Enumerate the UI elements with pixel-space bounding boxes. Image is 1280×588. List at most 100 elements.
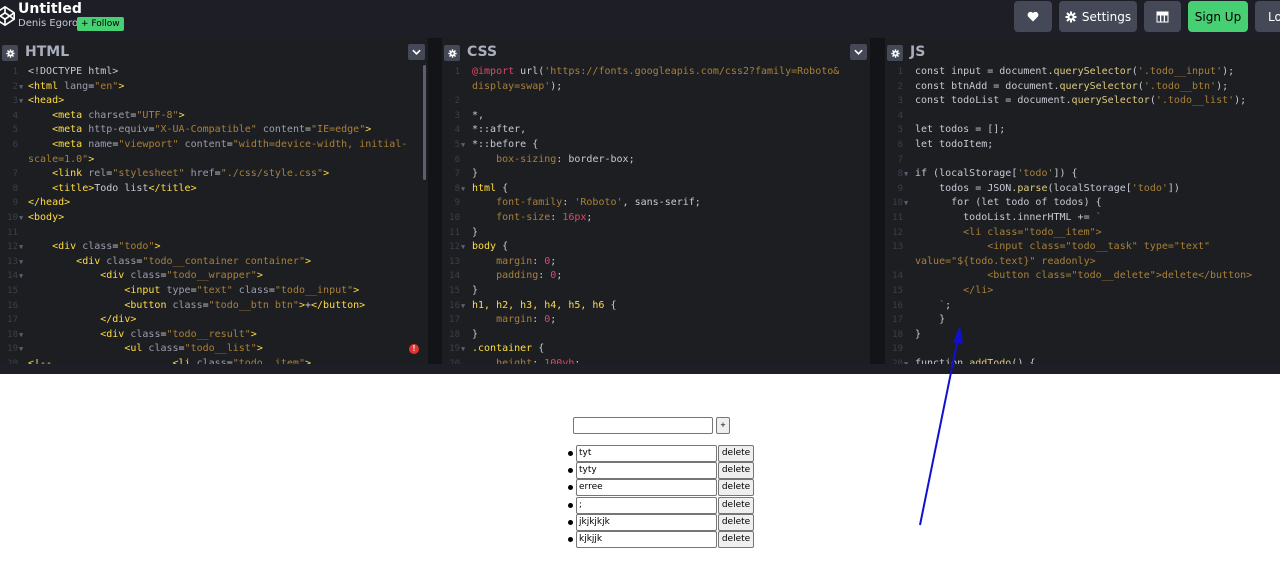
todo-input[interactable]: [573, 417, 713, 434]
like-button[interactable]: [1014, 1, 1052, 32]
code-line[interactable]: 9 font-family: 'Roboto', sans-serif;: [442, 196, 870, 211]
js-code[interactable]: 1 const input = document.querySelector('.…: [885, 65, 1280, 364]
code-line[interactable]: 6 <meta name="viewport" content="width=d…: [0, 138, 428, 153]
fold-arrow-icon[interactable]: ▼: [19, 255, 23, 270]
code-line[interactable]: 14 ▼ <div class="todo__wrapper">: [0, 269, 428, 284]
todo-delete-button[interactable]: delete: [718, 462, 754, 480]
code-line[interactable]: value="${todo.text}" readonly>: [885, 255, 1280, 270]
login-button[interactable]: Lo: [1255, 1, 1280, 32]
signup-button[interactable]: Sign Up: [1188, 1, 1248, 32]
fold-arrow-icon[interactable]: ▼: [461, 240, 465, 255]
code-line[interactable]: 10 font-size: 16px;: [442, 211, 870, 226]
fold-arrow-icon[interactable]: ▼: [19, 211, 23, 226]
code-line[interactable]: 5 <meta http-equiv="X-UA-Compatible" con…: [0, 123, 428, 138]
todo-task-field[interactable]: ;: [576, 496, 717, 514]
todo-delete-button[interactable]: delete: [718, 531, 754, 548]
code-line[interactable]: 19: [885, 342, 1280, 357]
fold-arrow-icon[interactable]: ▼: [19, 240, 23, 255]
html-scrollbar[interactable]: [423, 65, 426, 180]
code-line[interactable]: 7 <link rel="stylesheet" href="./css/sty…: [0, 167, 428, 182]
css-code[interactable]: 1 @import url('https://fonts.googleapis.c…: [442, 65, 870, 364]
code-line[interactable]: 18}: [885, 328, 1280, 343]
code-line[interactable]: 20 height: 100vh;: [442, 357, 870, 364]
fold-arrow-icon[interactable]: ▼: [461, 342, 465, 357]
code-line[interactable]: 7}: [442, 167, 870, 182]
code-line[interactable]: 3 const todoList = document.querySelector…: [885, 94, 1280, 109]
code-line[interactable]: 12 ▼ <div class="todo">: [0, 240, 428, 255]
code-line[interactable]: 14 <button class="todo__delete">delete</…: [885, 269, 1280, 284]
code-line[interactable]: 3 ▼ <head>: [0, 94, 428, 109]
code-line[interactable]: 20 ▼ function addTodo() {: [885, 357, 1280, 364]
fold-arrow-icon[interactable]: ▼: [19, 80, 23, 95]
code-line[interactable]: 9 </head>: [0, 196, 428, 211]
code-line[interactable]: display=swap');: [442, 80, 870, 95]
todo-task-field[interactable]: tyt: [576, 445, 717, 462]
fold-arrow-icon[interactable]: ▼: [19, 94, 23, 109]
code-line[interactable]: 1 @import url('https://fonts.googleapis.c…: [442, 65, 870, 80]
fold-arrow-icon[interactable]: ▼: [904, 357, 908, 364]
code-line[interactable]: 14 padding: 0;: [442, 269, 870, 284]
author-name[interactable]: Denis Egorov: [18, 18, 84, 29]
todo-task-field[interactable]: jkjkjkjk: [576, 513, 717, 531]
fold-arrow-icon[interactable]: ▼: [19, 269, 23, 284]
code-line[interactable]: 2: [442, 94, 870, 109]
code-line[interactable]: 15 <input type="text" class="todo__input…: [0, 284, 428, 299]
code-line[interactable]: 19 ▼ .container {: [442, 342, 870, 357]
code-line[interactable]: 8 <title>Todo list</title>: [0, 182, 428, 197]
error-icon[interactable]: !: [409, 344, 419, 354]
todo-delete-button[interactable]: delete: [718, 513, 754, 531]
css-settings-button[interactable]: [444, 45, 460, 61]
code-line[interactable]: 10 ▼ <body>: [0, 211, 428, 226]
fold-arrow-icon[interactable]: ▼: [904, 167, 908, 182]
html-collapse-button[interactable]: [408, 44, 425, 60]
todo-task-field[interactable]: tyty: [576, 462, 717, 480]
settings-button[interactable]: Settings: [1059, 1, 1137, 32]
code-line[interactable]: 5 let todos = [];: [885, 123, 1280, 138]
change-view-button[interactable]: [1144, 1, 1181, 32]
code-line[interactable]: 3 *,: [442, 109, 870, 124]
todo-delete-button[interactable]: delete: [718, 479, 754, 497]
code-line[interactable]: 17 </div>: [0, 313, 428, 328]
js-settings-button[interactable]: [887, 45, 903, 61]
code-line[interactable]: 11}: [442, 226, 870, 241]
code-line[interactable]: 17 }: [885, 313, 1280, 328]
todo-task-field[interactable]: kjkjjk: [576, 531, 717, 548]
code-line[interactable]: 5 ▼ *::before {: [442, 138, 870, 153]
html-settings-button[interactable]: [2, 45, 18, 61]
code-line[interactable]: 13 <input class="todo__task" type="text": [885, 240, 1280, 255]
code-line[interactable]: 4: [885, 109, 1280, 124]
code-line[interactable]: 15}: [442, 284, 870, 299]
css-collapse-button[interactable]: [850, 44, 867, 60]
code-line[interactable]: 12 <li class="todo__item">: [885, 226, 1280, 241]
fold-arrow-icon[interactable]: ▼: [461, 182, 465, 197]
fold-arrow-icon[interactable]: ▼: [904, 196, 908, 211]
code-line[interactable]: 16 ▼ h1, h2, h3, h4, h5, h6 {: [442, 299, 870, 314]
resize-divider[interactable]: [0, 364, 1280, 374]
code-line[interactable]: 8 ▼ html {: [442, 182, 870, 197]
code-line[interactable]: 18}: [442, 328, 870, 343]
html-code[interactable]: 1 <!DOCTYPE html> 2 ▼ <html lang="en"> 3 ▼ <hea…: [0, 65, 428, 364]
code-line[interactable]: 4 <meta charset="UTF-8">: [0, 109, 428, 124]
code-line[interactable]: 8 ▼ if (localStorage['todo']) {: [885, 167, 1280, 182]
code-line[interactable]: 20 <!-- <li class="todo__item">...: [0, 357, 428, 364]
code-line[interactable]: 11 todoList.innerHTML += `: [885, 211, 1280, 226]
code-line[interactable]: 13 ▼ <div class="todo__container containe…: [0, 255, 428, 270]
codepen-logo-icon[interactable]: [0, 5, 16, 27]
code-line[interactable]: 6 let todoItem;: [885, 138, 1280, 153]
code-line[interactable]: 1 const input = document.querySelector('.…: [885, 65, 1280, 80]
code-line[interactable]: 2 const btnAdd = document.querySelector('…: [885, 80, 1280, 95]
code-line[interactable]: 9 todos = JSON.parse(localStorage['todo'…: [885, 182, 1280, 197]
follow-button[interactable]: + Follow: [77, 17, 124, 31]
code-line[interactable]: 1 <!DOCTYPE html>: [0, 65, 428, 80]
fold-arrow-icon[interactable]: ▼: [461, 299, 465, 314]
code-line[interactable]: 4 *::after,: [442, 123, 870, 138]
todo-delete-button[interactable]: delete: [718, 496, 754, 514]
fold-arrow-icon[interactable]: ▼: [461, 138, 465, 153]
fold-arrow-icon[interactable]: ▼: [19, 342, 23, 357]
code-line[interactable]: 16 `;: [885, 299, 1280, 314]
code-line[interactable]: 17 margin: 0;: [442, 313, 870, 328]
todo-task-field[interactable]: erree: [576, 479, 717, 497]
code-line[interactable]: 7: [885, 153, 1280, 168]
code-line[interactable]: 6 box-sizing: border-box;: [442, 153, 870, 168]
code-line[interactable]: 13 margin: 0;: [442, 255, 870, 270]
